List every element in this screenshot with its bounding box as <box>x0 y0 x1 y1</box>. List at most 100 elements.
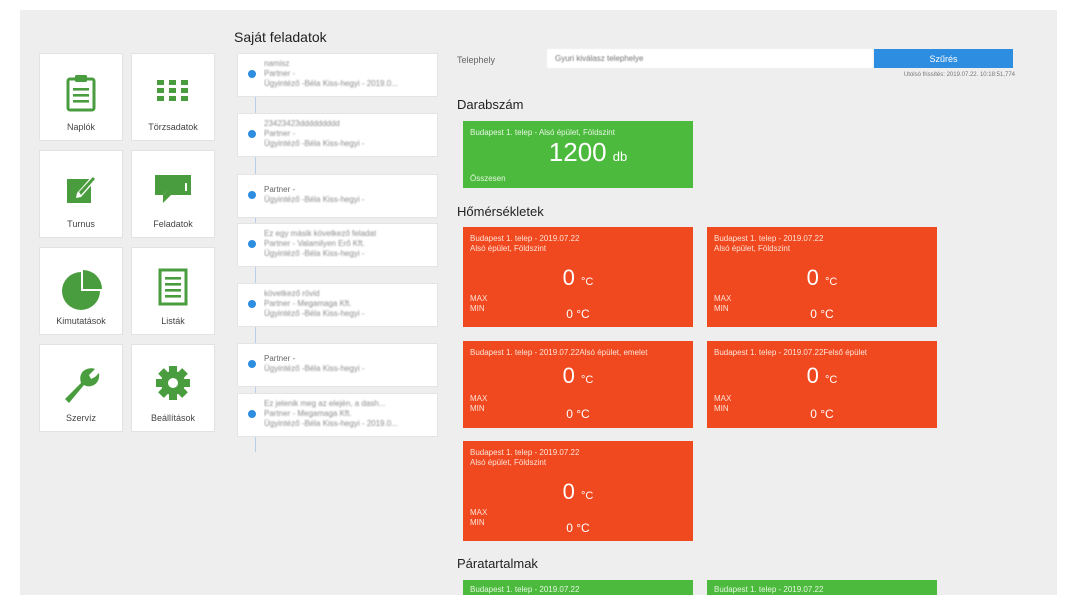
max-label: MAX <box>470 394 488 403</box>
site-label: Telephely <box>457 55 496 65</box>
humidity-card: Budapest 1. telep - 2019.07.22 <box>463 580 693 595</box>
task-partner: Partner - <box>264 69 296 78</box>
temp-value: 0 <box>562 265 575 290</box>
temp-unit: °C <box>825 276 838 288</box>
list-icon <box>132 268 214 308</box>
card-header-line: Budapest 1. telep - 2019.07.22Alsó épüle… <box>470 348 648 357</box>
site-input[interactable] <box>547 49 873 68</box>
temperature-card: Budapest 1. telep - 2019.07.22Alsó épüle… <box>463 341 693 428</box>
timeline-dot <box>248 410 256 418</box>
task-item[interactable]: Partner - Ügyintéző -Béla Kiss-hegyi - <box>237 343 438 387</box>
task-partner: Partner - <box>264 185 296 194</box>
timeline-dot <box>248 240 256 248</box>
temp-value: 0 <box>562 363 575 388</box>
min-value: 0 °C <box>566 407 590 421</box>
gear-icon <box>132 365 214 405</box>
temperature-card: Budapest 1. telep - 2019.07.22 Alsó épül… <box>463 441 693 541</box>
card-value: 0 °C <box>707 363 937 389</box>
tile-kimutatasok[interactable]: Kimutatások <box>39 247 123 335</box>
card-value: 0 °C <box>463 265 693 291</box>
task-assignee: Ügyintéző -Béla Kiss-hegyi - <box>264 139 365 148</box>
task-assignee: Ügyintéző -Béla Kiss-hegyi - 2019.0... <box>264 419 398 428</box>
min-value: 0 °C <box>810 407 834 421</box>
temp-value: 0 <box>806 363 819 388</box>
task-title: Ez jelenik meg az elején, a dash... <box>264 399 386 408</box>
card-header-line: Budapest 1. telep - 2019.07.22 <box>470 234 580 243</box>
tile-label: Törzsadatok <box>148 122 198 132</box>
task-title: 23423423ddddddddd <box>264 119 340 128</box>
temp-value: 0 <box>562 479 575 504</box>
task-assignee: Ügyintéző -Béla Kiss-hegyi - <box>264 309 365 318</box>
count-value: 1200 <box>548 137 607 167</box>
clipboard-icon <box>40 74 122 114</box>
card-value: 1200 db <box>483 137 693 168</box>
card-header: Budapest 1. telep - 2019.07.22 Alsó épül… <box>470 448 579 468</box>
card-header-line: Budapest 1. telep - 2019.07.22 <box>714 234 824 243</box>
edit-icon <box>40 171 122 211</box>
task-item[interactable]: 23423423ddddddddd Partner - Ügyintéző -B… <box>237 113 438 157</box>
tile-naplok[interactable]: Naplók <box>39 53 123 141</box>
card-header-line: Alsó épület, Földszint <box>714 244 791 253</box>
task-item[interactable]: következő rövid Partner - Megamaga Kft. … <box>237 283 438 327</box>
tasks-title: Saját feladatok <box>234 29 327 45</box>
tile-szerviz[interactable]: Szervíz <box>39 344 123 432</box>
task-item[interactable]: Partner - Ügyintéző -Béla Kiss-hegyi - <box>237 174 438 218</box>
tile-label: Listák <box>161 316 185 326</box>
task-title: namisz <box>264 59 290 68</box>
task-title: következő rövid <box>264 289 320 298</box>
tile-label: Naplók <box>66 122 95 132</box>
timeline-dot <box>248 130 256 138</box>
tile-label: Szervíz <box>65 413 96 423</box>
last-updated: Utolsó frissítés: 2019.07.22. 10:18:51,7… <box>903 72 1015 78</box>
tile-label: Kimutatások <box>56 316 106 326</box>
tile-label: Beállítások <box>150 413 196 423</box>
humidity-section-title: Páratartalmak <box>457 556 538 571</box>
chat-icon <box>132 171 214 211</box>
max-label: MAX <box>470 508 488 517</box>
temperature-card: Budapest 1. telep - 2019.07.22 Alsó épül… <box>463 227 693 327</box>
min-value: 0 °C <box>566 521 590 535</box>
task-partner: Partner - Valamilyen Erő Kft. <box>264 239 365 248</box>
card-header: Budapest 1. telep - 2019.07.22Alsó épüle… <box>470 348 647 358</box>
pie-chart-icon <box>40 268 122 310</box>
card-value: 0 °C <box>463 479 693 505</box>
min-value: 0 °C <box>566 307 590 321</box>
tile-label: Turnus <box>67 219 95 229</box>
task-partner: Partner - <box>264 354 296 363</box>
card-header: Budapest 1. telep - 2019.07.22 Alsó épül… <box>714 234 823 254</box>
wrench-icon <box>40 365 122 405</box>
task-item[interactable]: namisz Partner - Ügyintéző -Béla Kiss-he… <box>237 53 438 97</box>
card-value: 0 °C <box>463 363 693 389</box>
card-footer: Összesen <box>470 174 506 183</box>
min-value: 0 °C <box>810 307 834 321</box>
tile-beallitasok[interactable]: Beállítások <box>131 344 215 432</box>
max-label: MAX <box>470 294 488 303</box>
filter-button[interactable]: Szűrés <box>874 49 1013 68</box>
task-partner: Partner - Megamaga Kft. <box>264 299 352 308</box>
task-item[interactable]: Ez jelenik meg az elején, a dash... Part… <box>237 393 438 437</box>
task-partner: Partner - Megamaga Kft. <box>264 409 352 418</box>
temp-unit: °C <box>825 374 838 386</box>
grid-icon <box>132 74 214 114</box>
task-item[interactable]: Ez egy másik következő feladat Partner -… <box>237 223 438 267</box>
task-assignee: Ügyintéző -Béla Kiss-hegyi - <box>264 195 365 204</box>
count-card: Budapest 1. telep - Alsó épület, Földszi… <box>463 121 693 188</box>
tile-turnus[interactable]: Turnus <box>39 150 123 238</box>
card-header: Budapest 1. telep - 2019.07.22 Alsó épül… <box>470 234 579 254</box>
card-header: Budapest 1. telep - 2019.07.22 <box>714 585 824 594</box>
timeline-dot <box>248 191 256 199</box>
tile-feladatok[interactable]: Feladatok <box>131 150 215 238</box>
max-label: MAX <box>714 394 732 403</box>
tile-torzsadatok[interactable]: Törzsadatok <box>131 53 215 141</box>
timeline-dot <box>248 70 256 78</box>
tile-listak[interactable]: Listák <box>131 247 215 335</box>
task-title: Ez egy másik következő feladat <box>264 229 377 238</box>
temperature-card: Budapest 1. telep - 2019.07.22 Alsó épül… <box>707 227 937 327</box>
temp-unit: °C <box>581 276 594 288</box>
max-label: MAX <box>714 294 732 303</box>
timeline-dot <box>248 300 256 308</box>
task-assignee: Ügyintéző -Béla Kiss-hegyi - <box>264 364 365 373</box>
humidity-card: Budapest 1. telep - 2019.07.22 <box>707 580 937 595</box>
temp-unit: °C <box>581 490 594 502</box>
temperature-card: Budapest 1. telep - 2019.07.22Felső épül… <box>707 341 937 428</box>
